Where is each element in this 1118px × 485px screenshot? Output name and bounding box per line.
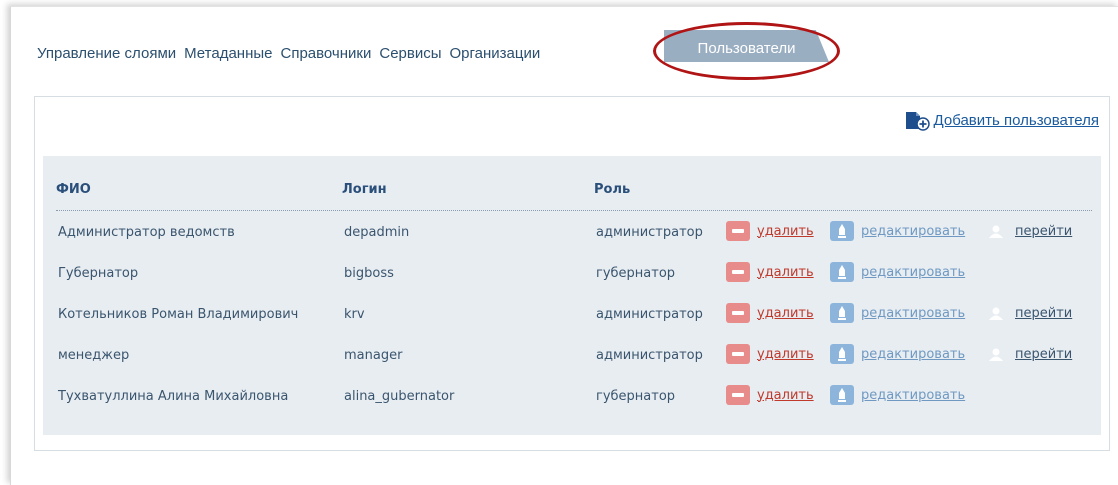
row-name: Котельников Роман Владимирович (58, 307, 299, 322)
edit-action[interactable]: редактировать (830, 344, 965, 364)
main-nav: Управление слоями Метаданные Справочники… (37, 30, 829, 64)
delete-action[interactable]: удалить (726, 344, 814, 364)
row-role: губернатор (596, 266, 676, 281)
delete-action[interactable]: удалить (726, 221, 814, 241)
goto-link[interactable]: перейти (1015, 306, 1072, 321)
delete-icon[interactable] (726, 344, 750, 364)
goto-action[interactable]: перейти (984, 344, 1072, 364)
goto-link[interactable]: перейти (1015, 347, 1072, 362)
edit-action[interactable]: редактировать (830, 385, 965, 405)
goto-action[interactable]: перейти (984, 221, 1072, 241)
tab-metadata[interactable]: Метаданные (184, 45, 272, 62)
add-user-icon (905, 112, 930, 131)
row-role: администратор (596, 307, 703, 322)
goto-action[interactable]: перейти (984, 303, 1072, 323)
tab-layers[interactable]: Управление слоями (37, 45, 176, 62)
column-header-login: Логин (342, 182, 387, 197)
delete-icon[interactable] (726, 385, 750, 405)
row-login: bigboss (344, 266, 394, 281)
edit-icon[interactable] (830, 303, 854, 323)
edit-icon[interactable] (830, 344, 854, 364)
delete-icon[interactable] (726, 303, 750, 323)
tab-users[interactable]: Пользователи (664, 30, 829, 62)
table-row: Губернатор bigboss губернатор удалить редакт… (43, 262, 1101, 286)
edit-icon[interactable] (830, 385, 854, 405)
table-row: менеджер manager администратор удалить редак… (43, 344, 1101, 368)
goto-link[interactable]: перейти (1015, 224, 1072, 239)
row-login: alina_gubernator (344, 389, 455, 404)
column-header-name: ФИО (56, 182, 91, 197)
row-name: менеджер (58, 348, 130, 363)
edit-link[interactable]: редактировать (861, 224, 965, 239)
delete-link[interactable]: удалить (757, 388, 814, 403)
tab-services[interactable]: Сервисы (379, 45, 441, 62)
edit-action[interactable]: редактировать (830, 303, 965, 323)
edit-icon[interactable] (830, 221, 854, 241)
delete-action[interactable]: удалить (726, 303, 814, 323)
table-row: Котельников Роман Владимирович krv админис… (43, 303, 1101, 327)
row-login: manager (344, 348, 403, 363)
user-icon[interactable] (984, 344, 1008, 364)
tab-organizations[interactable]: Организации (450, 45, 541, 62)
user-icon[interactable] (984, 303, 1008, 323)
edit-action[interactable]: редактировать (830, 262, 965, 282)
delete-action[interactable]: удалить (726, 385, 814, 405)
table-row: Администратор ведомств depadmin администра… (43, 221, 1101, 245)
row-role: администратор (596, 225, 703, 240)
column-header-role: Роль (594, 182, 631, 197)
edit-link[interactable]: редактировать (861, 347, 965, 362)
users-panel: Добавить пользователя ФИО Логин Роль Адм… (34, 96, 1110, 451)
delete-icon[interactable] (726, 221, 750, 241)
delete-link[interactable]: удалить (757, 224, 814, 239)
table-row: Тухватуллина Алина Михайловна alina_guber… (43, 385, 1101, 409)
delete-icon[interactable] (726, 262, 750, 282)
edit-icon[interactable] (830, 262, 854, 282)
header-divider (56, 210, 1092, 211)
delete-link[interactable]: удалить (757, 347, 814, 362)
row-name: Тухватуллина Алина Михайловна (58, 389, 289, 404)
add-user-label[interactable]: Добавить пользователя (934, 112, 1099, 129)
edit-link[interactable]: редактировать (861, 306, 965, 321)
row-login: depadmin (344, 225, 410, 240)
edit-action[interactable]: редактировать (830, 221, 965, 241)
edit-link[interactable]: редактировать (861, 388, 965, 403)
delete-link[interactable]: удалить (757, 306, 814, 321)
delete-action[interactable]: удалить (726, 262, 814, 282)
user-icon[interactable] (984, 221, 1008, 241)
row-name: Губернатор (58, 266, 139, 281)
edit-link[interactable]: редактировать (861, 265, 965, 280)
row-name: Администратор ведомств (58, 225, 235, 240)
users-table: ФИО Логин Роль Администратор ведомств dep… (43, 156, 1101, 435)
row-login: krv (344, 307, 365, 322)
delete-link[interactable]: удалить (757, 265, 814, 280)
row-role: администратор (596, 348, 703, 363)
row-role: губернатор (596, 389, 676, 404)
tab-dictionaries[interactable]: Справочники (280, 45, 371, 62)
add-user-link[interactable]: Добавить пользователя (904, 109, 1099, 131)
